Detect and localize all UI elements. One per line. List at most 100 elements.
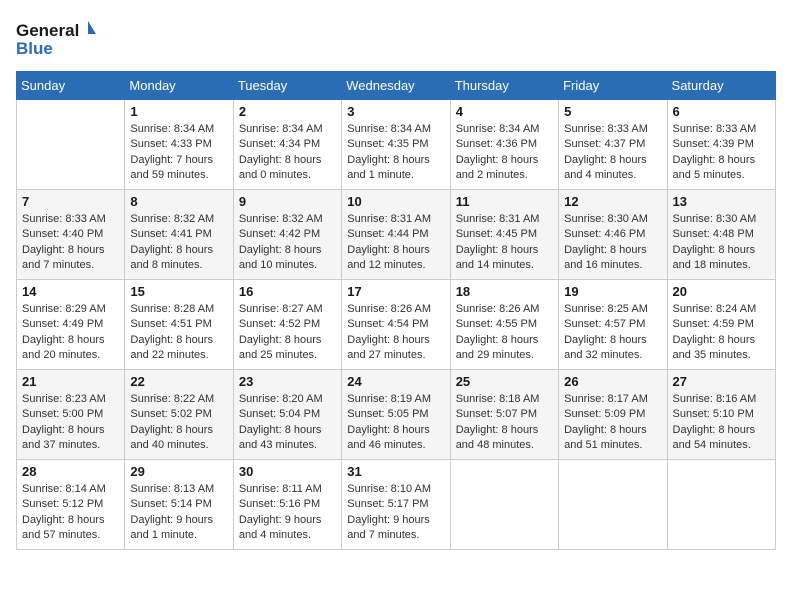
day-number: 3 bbox=[347, 104, 444, 119]
day-number: 20 bbox=[673, 284, 770, 299]
day-number: 1 bbox=[130, 104, 227, 119]
day-number: 11 bbox=[456, 194, 553, 209]
day-cell: 8 Sunrise: 8:32 AMSunset: 4:41 PMDaylight… bbox=[125, 190, 233, 280]
day-cell: 28Sunrise: 8:14 AMSunset: 5:12 PMDayligh… bbox=[17, 460, 125, 550]
day-info: Sunrise: 8:34 AMSunset: 4:36 PMDaylight:… bbox=[456, 122, 553, 184]
day-number: 15 bbox=[130, 284, 227, 299]
page-header: General Blue bbox=[16, 16, 776, 61]
day-number: 10 bbox=[347, 194, 444, 209]
day-cell: 11 Sunrise: 8:31 AMSunset: 4:45 PMDayligh… bbox=[450, 190, 558, 280]
day-number: 23 bbox=[239, 374, 336, 389]
calendar-table: SundayMondayTuesdayWednesdayThursdayFrid… bbox=[16, 71, 776, 550]
day-info: Sunrise: 8:13 AMSunset: 5:14 PMDaylight:… bbox=[130, 482, 227, 544]
day-info: Sunrise: 8:33 AMSunset: 4:37 PMDaylight:… bbox=[564, 122, 661, 184]
column-header-thursday: Thursday bbox=[450, 72, 558, 100]
day-number: 31 bbox=[347, 464, 444, 479]
day-info: Sunrise: 8:24 AMSunset: 4:59 PMDaylight:… bbox=[673, 302, 770, 364]
day-cell: 1Sunrise: 8:34 AMSunset: 4:33 PMDaylight… bbox=[125, 100, 233, 190]
day-info: Sunrise: 8:30 AMSunset: 4:46 PMDaylight:… bbox=[564, 212, 661, 274]
day-info: Sunrise: 8:27 AMSunset: 4:52 PMDaylight:… bbox=[239, 302, 336, 364]
day-number: 18 bbox=[456, 284, 553, 299]
day-cell: 16 Sunrise: 8:27 AMSunset: 4:52 PMDayligh… bbox=[233, 280, 341, 370]
day-number: 17 bbox=[347, 284, 444, 299]
day-number: 24 bbox=[347, 374, 444, 389]
day-info: Sunrise: 8:33 AMSunset: 4:40 PMDaylight:… bbox=[22, 212, 119, 274]
day-cell bbox=[17, 100, 125, 190]
week-row-3: 14 Sunrise: 8:29 AMSunset: 4:49 PMDayligh… bbox=[17, 280, 776, 370]
day-number: 13 bbox=[673, 194, 770, 209]
day-cell: 4 Sunrise: 8:34 AMSunset: 4:36 PMDaylight… bbox=[450, 100, 558, 190]
day-number: 12 bbox=[564, 194, 661, 209]
day-cell bbox=[450, 460, 558, 550]
day-number: 6 bbox=[673, 104, 770, 119]
day-info: Sunrise: 8:30 AMSunset: 4:48 PMDaylight:… bbox=[673, 212, 770, 274]
day-number: 16 bbox=[239, 284, 336, 299]
day-number: 25 bbox=[456, 374, 553, 389]
day-info: Sunrise: 8:25 AMSunset: 4:57 PMDaylight:… bbox=[564, 302, 661, 364]
column-header-saturday: Saturday bbox=[667, 72, 775, 100]
day-cell: 17Sunrise: 8:26 AMSunset: 4:54 PMDayligh… bbox=[342, 280, 450, 370]
day-number: 29 bbox=[130, 464, 227, 479]
svg-text:Blue: Blue bbox=[16, 39, 53, 58]
logo-svg: General Blue bbox=[16, 16, 96, 61]
day-info: Sunrise: 8:19 AMSunset: 5:05 PMDaylight:… bbox=[347, 392, 444, 454]
day-cell: 14 Sunrise: 8:29 AMSunset: 4:49 PMDayligh… bbox=[17, 280, 125, 370]
day-number: 27 bbox=[673, 374, 770, 389]
day-info: Sunrise: 8:23 AMSunset: 5:00 PMDaylight:… bbox=[22, 392, 119, 454]
day-number: 2 bbox=[239, 104, 336, 119]
column-header-sunday: Sunday bbox=[17, 72, 125, 100]
day-number: 30 bbox=[239, 464, 336, 479]
day-info: Sunrise: 8:29 AMSunset: 4:49 PMDaylight:… bbox=[22, 302, 119, 364]
day-number: 4 bbox=[456, 104, 553, 119]
day-number: 9 bbox=[239, 194, 336, 209]
logo: General Blue bbox=[16, 16, 96, 61]
day-info: Sunrise: 8:17 AMSunset: 5:09 PMDaylight:… bbox=[564, 392, 661, 454]
day-cell: 7 Sunrise: 8:33 AMSunset: 4:40 PMDaylight… bbox=[17, 190, 125, 280]
day-cell: 27 Sunrise: 8:16 AMSunset: 5:10 PMDayligh… bbox=[667, 370, 775, 460]
day-number: 19 bbox=[564, 284, 661, 299]
day-cell: 5 Sunrise: 8:33 AMSunset: 4:37 PMDaylight… bbox=[559, 100, 667, 190]
day-cell: 29 Sunrise: 8:13 AMSunset: 5:14 PMDayligh… bbox=[125, 460, 233, 550]
day-info: Sunrise: 8:34 AMSunset: 4:35 PMDaylight:… bbox=[347, 122, 444, 184]
day-info: Sunrise: 8:26 AMSunset: 4:55 PMDaylight:… bbox=[456, 302, 553, 364]
day-cell bbox=[667, 460, 775, 550]
column-header-friday: Friday bbox=[559, 72, 667, 100]
column-header-monday: Monday bbox=[125, 72, 233, 100]
day-cell: 2 Sunrise: 8:34 AMSunset: 4:34 PMDaylight… bbox=[233, 100, 341, 190]
day-number: 7 bbox=[22, 194, 119, 209]
column-headers: SundayMondayTuesdayWednesdayThursdayFrid… bbox=[17, 72, 776, 100]
day-cell: 20 Sunrise: 8:24 AMSunset: 4:59 PMDayligh… bbox=[667, 280, 775, 370]
week-row-2: 7 Sunrise: 8:33 AMSunset: 4:40 PMDaylight… bbox=[17, 190, 776, 280]
column-header-wednesday: Wednesday bbox=[342, 72, 450, 100]
day-info: Sunrise: 8:31 AMSunset: 4:44 PMDaylight:… bbox=[347, 212, 444, 274]
day-cell: 10 Sunrise: 8:31 AMSunset: 4:44 PMDayligh… bbox=[342, 190, 450, 280]
day-number: 5 bbox=[564, 104, 661, 119]
day-cell: 9 Sunrise: 8:32 AMSunset: 4:42 PMDaylight… bbox=[233, 190, 341, 280]
day-info: Sunrise: 8:20 AMSunset: 5:04 PMDaylight:… bbox=[239, 392, 336, 454]
day-cell: 22Sunrise: 8:22 AMSunset: 5:02 PMDayligh… bbox=[125, 370, 233, 460]
day-info: Sunrise: 8:32 AMSunset: 4:41 PMDaylight:… bbox=[130, 212, 227, 274]
day-number: 22 bbox=[130, 374, 227, 389]
day-number: 14 bbox=[22, 284, 119, 299]
day-cell: 23 Sunrise: 8:20 AMSunset: 5:04 PMDayligh… bbox=[233, 370, 341, 460]
svg-text:General: General bbox=[16, 21, 79, 40]
week-row-4: 21Sunrise: 8:23 AMSunset: 5:00 PMDayligh… bbox=[17, 370, 776, 460]
week-row-1: 1Sunrise: 8:34 AMSunset: 4:33 PMDaylight… bbox=[17, 100, 776, 190]
day-cell: 15Sunrise: 8:28 AMSunset: 4:51 PMDayligh… bbox=[125, 280, 233, 370]
day-info: Sunrise: 8:16 AMSunset: 5:10 PMDaylight:… bbox=[673, 392, 770, 454]
day-cell: 13 Sunrise: 8:30 AMSunset: 4:48 PMDayligh… bbox=[667, 190, 775, 280]
day-cell: 3 Sunrise: 8:34 AMSunset: 4:35 PMDaylight… bbox=[342, 100, 450, 190]
day-info: Sunrise: 8:34 AMSunset: 4:34 PMDaylight:… bbox=[239, 122, 336, 184]
day-cell: 18 Sunrise: 8:26 AMSunset: 4:55 PMDayligh… bbox=[450, 280, 558, 370]
day-info: Sunrise: 8:31 AMSunset: 4:45 PMDaylight:… bbox=[456, 212, 553, 274]
day-cell: 21Sunrise: 8:23 AMSunset: 5:00 PMDayligh… bbox=[17, 370, 125, 460]
day-info: Sunrise: 8:32 AMSunset: 4:42 PMDaylight:… bbox=[239, 212, 336, 274]
day-cell: 30Sunrise: 8:11 AMSunset: 5:16 PMDayligh… bbox=[233, 460, 341, 550]
day-cell bbox=[559, 460, 667, 550]
day-cell: 19 Sunrise: 8:25 AMSunset: 4:57 PMDayligh… bbox=[559, 280, 667, 370]
day-info: Sunrise: 8:33 AMSunset: 4:39 PMDaylight:… bbox=[673, 122, 770, 184]
day-info: Sunrise: 8:18 AMSunset: 5:07 PMDaylight:… bbox=[456, 392, 553, 454]
day-cell: 26 Sunrise: 8:17 AMSunset: 5:09 PMDayligh… bbox=[559, 370, 667, 460]
day-number: 26 bbox=[564, 374, 661, 389]
day-number: 8 bbox=[130, 194, 227, 209]
